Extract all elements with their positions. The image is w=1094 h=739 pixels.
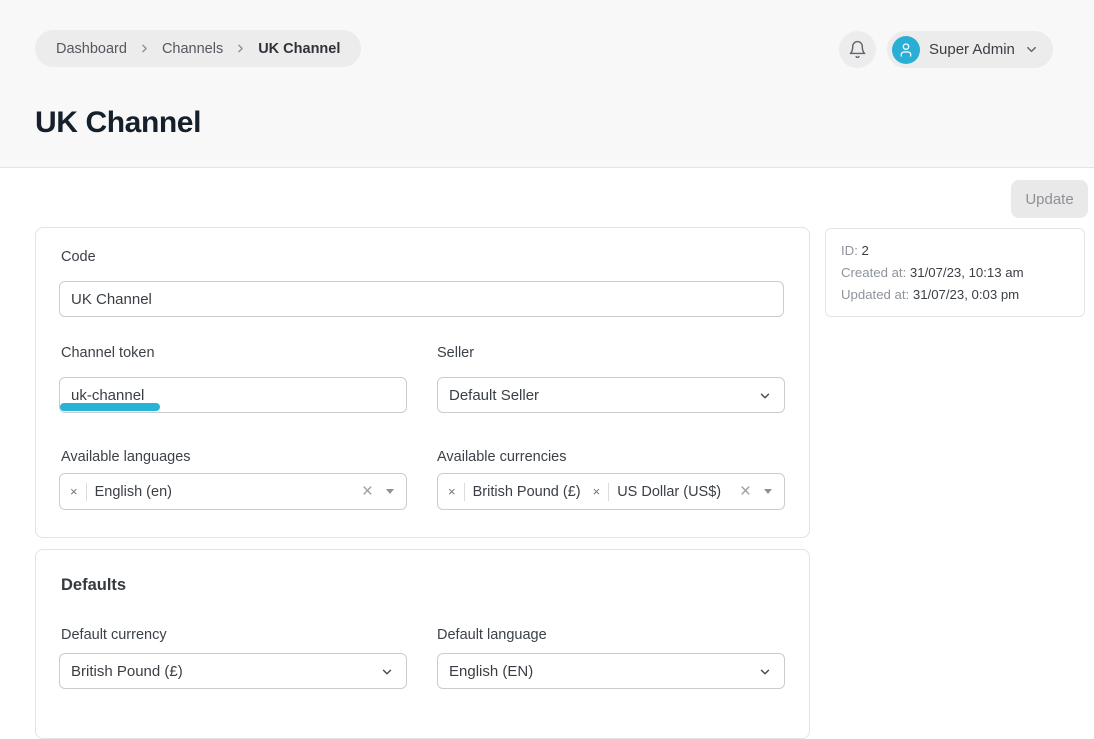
meta-id-row: ID: 2	[841, 240, 1069, 262]
meta-updated-row: Updated at: 31/07/23, 0:03 pm	[841, 284, 1069, 306]
multiselect-controls: ×	[740, 482, 772, 501]
channel-token-field	[59, 377, 407, 413]
chip-label: British Pound (£)	[473, 484, 581, 500]
default-currency-label: Default currency	[61, 627, 167, 643]
available-currencies-label: Available currencies	[437, 449, 567, 465]
remove-chip-icon[interactable]: ×	[593, 485, 601, 498]
update-button[interactable]: Update	[1011, 180, 1088, 218]
breadcrumb-item-dashboard[interactable]: Dashboard	[56, 41, 127, 57]
meta-updated-value: 31/07/23, 0:03 pm	[913, 287, 1019, 302]
default-language-select[interactable]: English (EN)	[437, 653, 785, 689]
defaults-title: Defaults	[61, 576, 126, 595]
available-languages-label: Available languages	[61, 449, 191, 465]
dropdown-caret-icon	[386, 489, 394, 494]
chip-label: English (en)	[95, 484, 172, 500]
chevron-down-icon	[758, 665, 772, 679]
user-avatar-icon	[892, 36, 920, 64]
meta-created-value: 31/07/23, 10:13 am	[910, 265, 1024, 280]
breadcrumb-item-current: UK Channel	[258, 41, 340, 57]
seller-label: Seller	[437, 345, 474, 361]
chevron-down-icon	[1024, 42, 1039, 57]
default-currency-value: British Pound (£)	[71, 663, 183, 680]
chip-label: US Dollar (US$)	[617, 484, 721, 500]
seller-selected-value: Default Seller	[449, 387, 539, 404]
remove-chip-icon[interactable]: ×	[448, 485, 456, 498]
chevron-right-icon	[234, 42, 247, 55]
code-label: Code	[61, 249, 96, 265]
breadcrumb: Dashboard Channels UK Channel	[35, 30, 361, 67]
code-input[interactable]	[59, 281, 784, 317]
seller-select[interactable]: Default Seller	[437, 377, 785, 413]
meta-created-row: Created at: 31/07/23, 10:13 am	[841, 262, 1069, 284]
user-menu-button[interactable]: Super Admin	[887, 31, 1053, 68]
default-currency-select[interactable]: British Pound (£)	[59, 653, 407, 689]
chevron-right-icon	[138, 42, 151, 55]
channel-detail-page: Dashboard Channels UK Channel Super Admi…	[0, 0, 1094, 706]
top-header: Dashboard Channels UK Channel Super Admi…	[0, 0, 1094, 168]
highlight-underline	[60, 403, 160, 411]
chip-divider	[86, 483, 87, 501]
page-title: UK Channel	[35, 106, 201, 140]
language-chip: × English (en)	[70, 483, 172, 501]
channel-token-label: Channel token	[61, 345, 155, 361]
currency-chip: × British Pound (£)	[448, 483, 581, 501]
available-languages-multiselect[interactable]: × English (en) ×	[59, 473, 407, 510]
meta-created-label: Created at:	[841, 265, 906, 280]
default-language-value: English (EN)	[449, 663, 533, 680]
meta-id-value: 2	[862, 243, 869, 258]
defaults-card: Defaults Default currency British Pound …	[35, 549, 810, 739]
meta-id-label: ID:	[841, 243, 858, 258]
currency-chip: × US Dollar (US$)	[593, 483, 722, 501]
chevron-down-icon	[380, 665, 394, 679]
dropdown-caret-icon	[764, 489, 772, 494]
clear-all-icon[interactable]: ×	[362, 482, 373, 501]
chevron-down-icon	[758, 389, 772, 403]
meta-updated-label: Updated at:	[841, 287, 909, 302]
channel-form-card: Code Channel token Seller Default Seller…	[35, 227, 810, 538]
available-currencies-multiselect[interactable]: × British Pound (£) × US Dollar (US$) ×	[437, 473, 785, 510]
notifications-button[interactable]	[839, 31, 876, 68]
chip-divider	[464, 483, 465, 501]
multiselect-controls: ×	[362, 482, 394, 501]
user-name: Super Admin	[929, 41, 1015, 58]
clear-all-icon[interactable]: ×	[740, 482, 751, 501]
breadcrumb-item-channels[interactable]: Channels	[162, 41, 223, 57]
entity-meta-card: ID: 2 Created at: 31/07/23, 10:13 am Upd…	[825, 228, 1085, 317]
default-language-label: Default language	[437, 627, 547, 643]
bell-icon	[848, 40, 867, 59]
chip-divider	[608, 483, 609, 501]
remove-chip-icon[interactable]: ×	[70, 485, 78, 498]
